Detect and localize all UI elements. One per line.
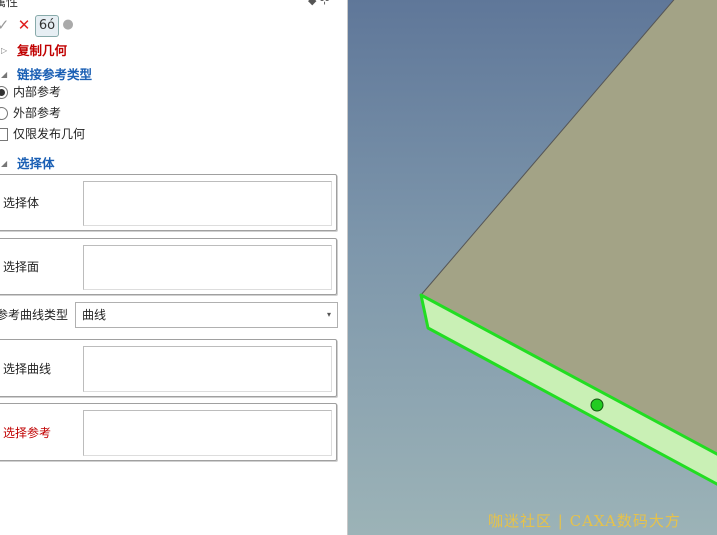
3d-model-canvas[interactable] xyxy=(348,0,717,535)
checkbox-publish-only-label: 仅限发布几何 xyxy=(13,127,86,141)
radio-internal-ref-control[interactable] xyxy=(0,86,8,99)
select-reference-list[interactable] xyxy=(83,410,332,456)
cancel-button[interactable]: ✕ xyxy=(16,14,32,36)
radio-external-ref-label: 外部参考 xyxy=(13,106,62,120)
select-body-label: 选择体 xyxy=(3,196,40,210)
radio-external-ref-control[interactable] xyxy=(0,107,8,120)
select-face-box[interactable]: 选择面 xyxy=(0,238,337,295)
panel-title: 属性 xyxy=(0,0,19,9)
select-face-label: 选择面 xyxy=(3,260,40,274)
radio-internal-ref-label: 内部参考 xyxy=(13,85,62,99)
watermark-text: 咖迷社区 | CAXA数码大方 xyxy=(488,512,681,530)
expanded-triangle-icon: ◢ xyxy=(1,159,8,168)
3d-viewport[interactable]: 咖迷社区 | CAXA数码大方 xyxy=(348,0,717,535)
select-reference-label: 选择参考 xyxy=(3,425,52,440)
select-body-box[interactable]: 选择体 xyxy=(0,174,337,231)
curve-type-value: 曲线 xyxy=(82,308,107,322)
select-curve-box[interactable]: 选择曲线 xyxy=(0,339,337,397)
checkbox-publish-only-control[interactable] xyxy=(0,128,8,141)
select-body-list[interactable] xyxy=(83,181,332,226)
expanded-triangle-icon: ◢ xyxy=(1,70,8,79)
section-select-body-label: 选择体 xyxy=(17,156,55,171)
property-panel: 属性 ◆ ⊹ ✓ ✕ 6ó ● ▷ 复制几何 ◢ 链接参考类型 内部参考 外部参… xyxy=(0,0,348,535)
curve-type-row: 参考曲线类型 曲线 ▾ xyxy=(0,302,347,328)
panel-title-bar: 属性 ◆ ⊹ xyxy=(0,0,347,10)
select-face-list[interactable] xyxy=(83,245,332,290)
curve-type-select[interactable]: 曲线 ▾ xyxy=(75,302,338,328)
select-reference-box[interactable]: 选择参考 xyxy=(0,403,337,461)
preview-glasses-icon[interactable]: 6ó xyxy=(35,15,59,37)
section-copy-geometry-label: 复制几何 xyxy=(17,43,68,58)
pin-icon[interactable]: ◆ ⊹ xyxy=(308,0,329,7)
status-dot-icon[interactable]: ● xyxy=(62,14,74,36)
section-link-type-label: 链接参考类型 xyxy=(17,67,93,82)
curve-type-label: 参考曲线类型 xyxy=(0,308,69,322)
collapsed-triangle-icon: ▷ xyxy=(1,46,8,55)
dropdown-arrow-icon: ▾ xyxy=(326,310,331,319)
selection-point-marker[interactable] xyxy=(590,398,604,412)
select-curve-label: 选择曲线 xyxy=(3,361,52,376)
select-curve-list[interactable] xyxy=(83,346,332,392)
confirm-button[interactable]: ✓ xyxy=(0,14,10,36)
panel-toolbar: ✓ ✕ 6ó ● xyxy=(0,14,347,38)
